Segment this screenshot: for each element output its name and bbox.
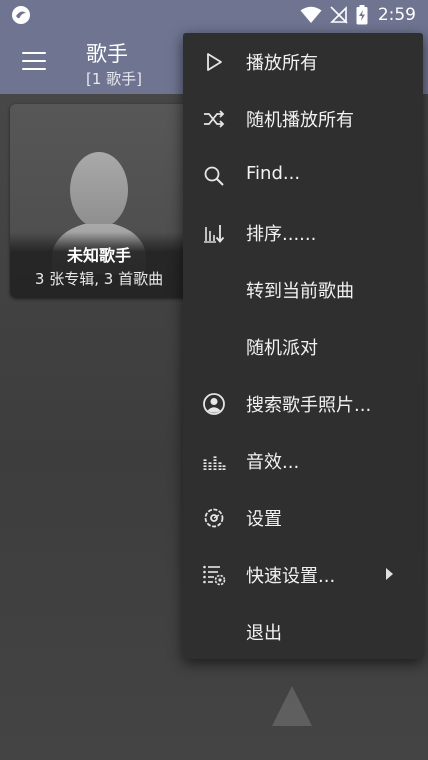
sort-icon bbox=[204, 225, 225, 243]
menu-label: 随机派对 bbox=[246, 338, 318, 359]
status-bar: 2:59 bbox=[0, 0, 428, 30]
menu-item-settings[interactable]: 设置 bbox=[183, 489, 423, 546]
menu-item-go-to-current-song[interactable]: 转到当前歌曲 bbox=[183, 261, 423, 318]
settings-icon bbox=[204, 508, 224, 528]
menu-label: 播放所有 bbox=[246, 53, 318, 74]
shuffle-icon bbox=[204, 110, 225, 128]
menu-item-sort[interactable]: 排序...... bbox=[183, 204, 423, 261]
page-subtitle: [1 歌手] bbox=[86, 70, 143, 88]
list-settings-icon bbox=[203, 565, 226, 586]
menu-label: 转到当前歌曲 bbox=[246, 281, 354, 302]
app-notification-icon bbox=[12, 6, 30, 24]
menu-label: 随机播放所有 bbox=[246, 110, 354, 131]
artist-meta: 3 张专辑, 3 首歌曲 bbox=[34, 270, 164, 288]
overflow-menu: 播放所有 随机播放所有 Find... 排序...... 转到当前歌曲 随机派对… bbox=[183, 33, 423, 659]
account-circle-icon bbox=[203, 393, 225, 415]
menu-label: 排序...... bbox=[246, 224, 317, 245]
menu-label: 退出 bbox=[246, 623, 282, 644]
submenu-arrow-icon bbox=[386, 568, 393, 580]
artist-card-caption: 未知歌手 3 张专辑, 3 首歌曲 bbox=[10, 232, 188, 298]
menu-item-quick-settings[interactable]: 快速设置... bbox=[183, 546, 423, 603]
play-icon bbox=[207, 53, 222, 71]
menu-item-shuffle-all[interactable]: 随机播放所有 bbox=[183, 90, 423, 147]
menu-label: 搜索歌手照片... bbox=[246, 395, 372, 416]
menu-label: 设置 bbox=[246, 509, 282, 530]
hamburger-menu-icon[interactable] bbox=[22, 52, 46, 70]
menu-item-sound-effects[interactable]: 音效... bbox=[183, 432, 423, 489]
page-title: 歌手 bbox=[86, 42, 128, 66]
app-screen: 2:59 歌手 [1 歌手] 未知歌手 3 张专辑, 3 首歌曲 播放所有 随机… bbox=[0, 0, 428, 760]
menu-item-search-artist-photo[interactable]: 搜索歌手照片... bbox=[183, 375, 423, 432]
artist-name: 未知歌手 bbox=[66, 246, 131, 265]
menu-label: 音效... bbox=[246, 452, 300, 473]
menu-label: Find... bbox=[246, 163, 301, 184]
search-icon bbox=[204, 166, 224, 186]
status-time: 2:59 bbox=[377, 5, 416, 25]
wifi-icon bbox=[300, 6, 322, 23]
signal-off-icon bbox=[329, 6, 348, 24]
menu-item-exit[interactable]: 退出 bbox=[183, 603, 423, 660]
menu-label: 快速设置... bbox=[246, 566, 336, 587]
menu-item-play-all[interactable]: 播放所有 bbox=[183, 33, 423, 90]
status-icons: 2:59 bbox=[300, 4, 416, 26]
artist-card[interactable]: 未知歌手 3 张专辑, 3 首歌曲 bbox=[10, 104, 188, 298]
battery-charging-icon bbox=[356, 5, 368, 25]
menu-item-find[interactable]: Find... bbox=[183, 147, 423, 204]
menu-item-party-shuffle[interactable]: 随机派对 bbox=[183, 318, 423, 375]
decorative-glow bbox=[272, 686, 312, 726]
equalizer-icon bbox=[203, 455, 226, 470]
